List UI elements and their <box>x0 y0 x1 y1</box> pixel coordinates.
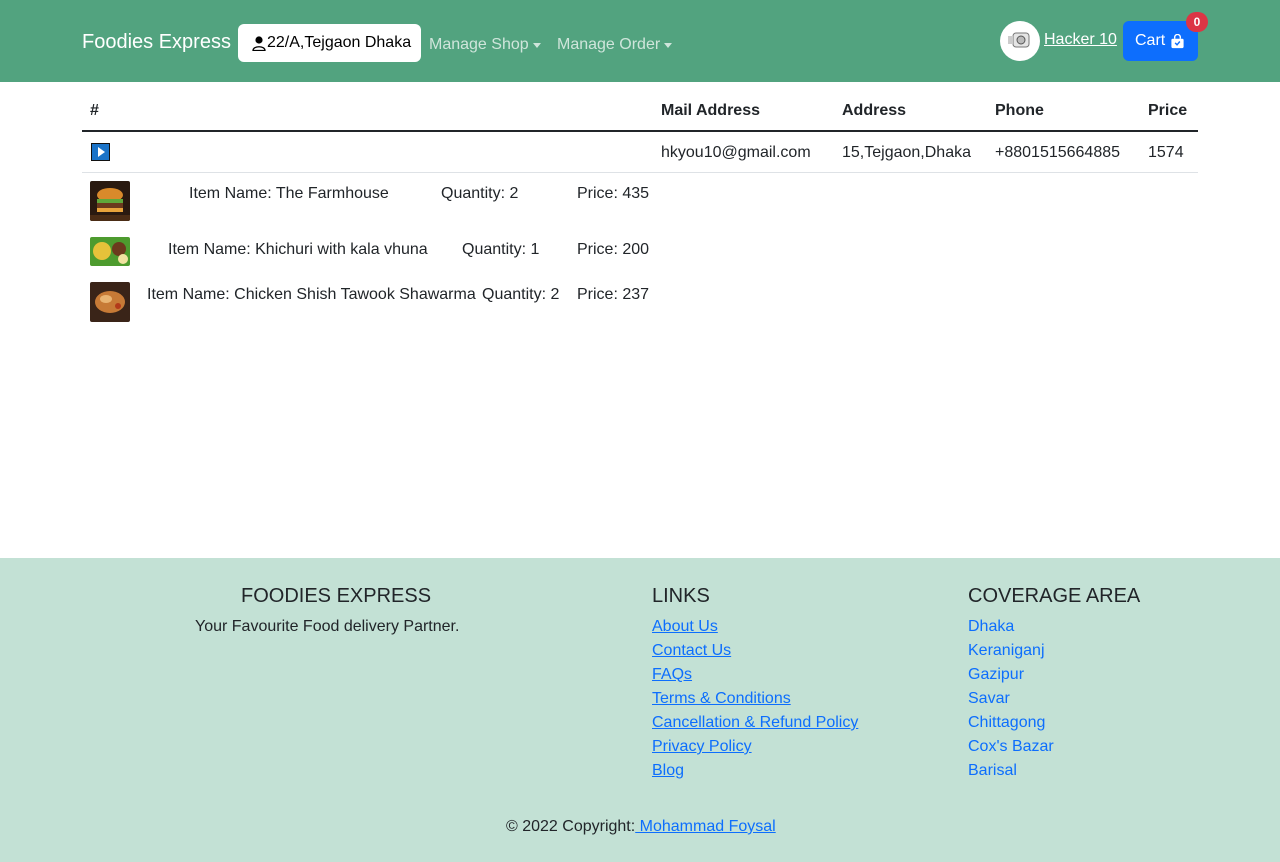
refund-policy-link[interactable]: Cancellation & Refund Policy <box>652 714 858 731</box>
column-header-mail: Mail Address <box>661 102 760 119</box>
item-name: Item Name: The Farmhouse <box>189 185 389 202</box>
copyright: © 2022 Copyright: Mohammad Foysal <box>506 818 776 836</box>
item-quantity: Quantity: 1 <box>462 241 540 258</box>
person-icon <box>252 36 266 51</box>
caret-down-icon <box>664 42 673 48</box>
item-name: Item Name: Chicken Shish Tawook Shawarma <box>147 286 476 303</box>
column-header-phone: Phone <box>995 102 1044 119</box>
list-item: Barisal <box>968 762 1054 786</box>
list-item: Gazipur <box>968 666 1054 690</box>
coverage-barisal-link[interactable]: Barisal <box>968 762 1017 779</box>
list-item: About Us <box>652 618 858 642</box>
item-price: Price: 237 <box>577 286 650 303</box>
location-text: 22/A,Tejgaon Dhaka <box>267 34 412 51</box>
copyright-text: © 2022 Copyright: <box>506 818 636 835</box>
cart-count-badge: 0 <box>1186 12 1208 32</box>
footer-coverage-title: COVERAGE AREA <box>968 585 1141 607</box>
coverage-keraniganj-link[interactable]: Keraniganj <box>968 642 1045 659</box>
location-button[interactable]: 22/A,Tejgaon Dhaka <box>238 24 421 62</box>
manage-shop-label: Manage Shop <box>429 36 529 53</box>
list-item: Privacy Policy <box>652 738 858 762</box>
blog-link[interactable]: Blog <box>652 762 684 779</box>
burger-image <box>90 181 130 221</box>
footer: FOODIES EXPRESS Your Favourite Food deli… <box>0 558 1280 862</box>
item-quantity: Quantity: 2 <box>482 286 560 303</box>
order-mail: hkyou10@gmail.com <box>661 144 811 161</box>
about-us-link[interactable]: About Us <box>652 618 718 635</box>
user-avatar[interactable] <box>1000 21 1040 61</box>
manage-shop-dropdown[interactable]: Manage Shop <box>429 35 541 55</box>
manage-order-dropdown[interactable]: Manage Order <box>557 35 673 55</box>
list-item: Cox's Bazar <box>968 738 1054 762</box>
list-item: FAQs <box>652 666 858 690</box>
manage-order-label: Manage Order <box>557 36 661 53</box>
brand-logo[interactable]: Foodies Express <box>82 30 231 54</box>
item-price: Price: 435 <box>577 185 650 202</box>
list-item: Keraniganj <box>968 642 1054 666</box>
list-item: Terms & Conditions <box>652 690 858 714</box>
list-item: Chittagong <box>968 714 1054 738</box>
user-profile-link[interactable]: Hacker 10 <box>1044 30 1117 50</box>
item-name: Item Name: Khichuri with kala vhuna <box>168 241 428 258</box>
column-header-number: # <box>90 102 99 119</box>
list-item: Contact Us <box>652 642 858 666</box>
order-price: 1574 <box>1148 144 1184 161</box>
footer-links-title: LINKS <box>652 585 710 607</box>
item-price: Price: 200 <box>577 241 650 258</box>
order-address: 15,Tejgaon,Dhaka <box>842 144 971 161</box>
coverage-savar-link[interactable]: Savar <box>968 690 1010 707</box>
faqs-link[interactable]: FAQs <box>652 666 692 683</box>
cart-label: Cart <box>1135 32 1166 49</box>
table-header-divider <box>82 130 1198 132</box>
contact-us-link[interactable]: Contact Us <box>652 642 731 659</box>
column-header-price: Price <box>1148 102 1188 119</box>
coverage-dhaka-link[interactable]: Dhaka <box>968 618 1014 635</box>
footer-tagline: Your Favourite Food delivery Partner. <box>195 618 460 635</box>
footer-brand-title: FOODIES EXPRESS <box>241 585 432 607</box>
shopping-bag-icon <box>1171 33 1184 48</box>
avatar-image <box>1008 32 1030 48</box>
terms-link[interactable]: Terms & Conditions <box>652 690 791 707</box>
table-row-divider <box>82 172 1198 173</box>
coverage-gazipur-link[interactable]: Gazipur <box>968 666 1024 683</box>
caret-down-icon <box>532 42 541 48</box>
footer-links-list: About Us Contact Us FAQs Terms & Conditi… <box>652 618 858 786</box>
privacy-policy-link[interactable]: Privacy Policy <box>652 738 752 755</box>
list-item: Blog <box>652 762 858 786</box>
khichuri-image <box>90 237 130 266</box>
list-item: Dhaka <box>968 618 1054 642</box>
item-quantity: Quantity: 2 <box>441 185 519 202</box>
coverage-coxs-bazar-link[interactable]: Cox's Bazar <box>968 738 1054 755</box>
shawarma-image <box>90 282 130 322</box>
order-phone: +8801515664885 <box>995 144 1121 161</box>
column-header-address: Address <box>842 102 907 119</box>
author-link[interactable]: Mohammad Foysal <box>635 818 776 835</box>
coverage-chittagong-link[interactable]: Chittagong <box>968 714 1045 731</box>
coverage-area-list: Dhaka Keraniganj Gazipur Savar Chittagon… <box>968 618 1054 786</box>
expand-play-icon[interactable] <box>91 143 110 161</box>
list-item: Cancellation & Refund Policy <box>652 714 858 738</box>
list-item: Savar <box>968 690 1054 714</box>
navbar: Foodies Express 22/A,Tejgaon Dhaka Manag… <box>0 0 1280 82</box>
